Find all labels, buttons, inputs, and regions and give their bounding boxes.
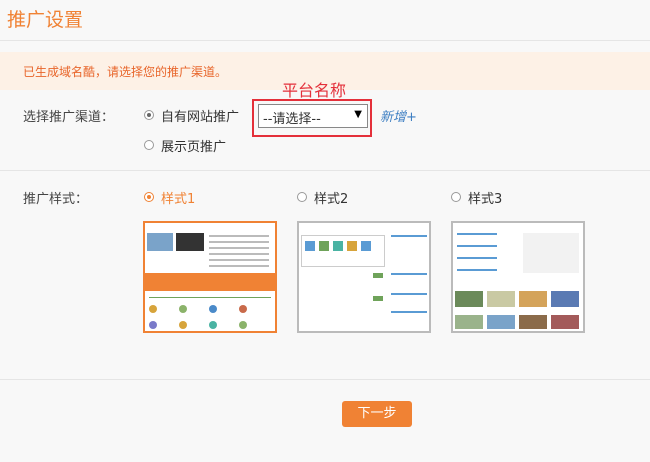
style-1-label[interactable]: 样式1 — [161, 188, 195, 207]
option-own-site-label[interactable]: 自有网站推广 — [161, 106, 239, 125]
style-3-thumbnail[interactable] — [451, 221, 585, 333]
option-showcase-label[interactable]: 展示页推广 — [161, 136, 226, 155]
radio-style-1[interactable] — [144, 192, 154, 202]
radio-style-3[interactable] — [451, 192, 461, 202]
dropdown-arrow-icon: ▼ — [354, 109, 362, 120]
divider — [0, 170, 650, 171]
next-step-button[interactable]: 下一步 — [342, 401, 412, 427]
style-3-label[interactable]: 样式3 — [468, 188, 502, 207]
radio-own-site[interactable] — [144, 110, 154, 120]
add-channel-link[interactable]: 新增+ — [380, 106, 417, 125]
style-2-label[interactable]: 样式2 — [314, 188, 348, 207]
divider — [0, 40, 650, 41]
radio-style-2[interactable] — [297, 192, 307, 202]
style-label: 推广样式： — [23, 192, 89, 207]
channel-select[interactable]: --请选择-- ▼ — [258, 104, 368, 128]
platform-name-annotation: 平台名称 — [282, 81, 347, 100]
page-title: 推广设置 — [7, 9, 84, 31]
radio-showcase[interactable] — [144, 140, 154, 150]
style-2-thumbnail[interactable] — [297, 221, 431, 333]
notice-text: 已生成域名酷，请选择您的推广渠道。 — [23, 65, 228, 79]
channel-select-value: --请选择-- — [263, 112, 321, 127]
divider — [0, 379, 650, 380]
style-1-thumbnail[interactable] — [143, 221, 277, 333]
channel-label: 选择推广渠道： — [23, 110, 115, 125]
